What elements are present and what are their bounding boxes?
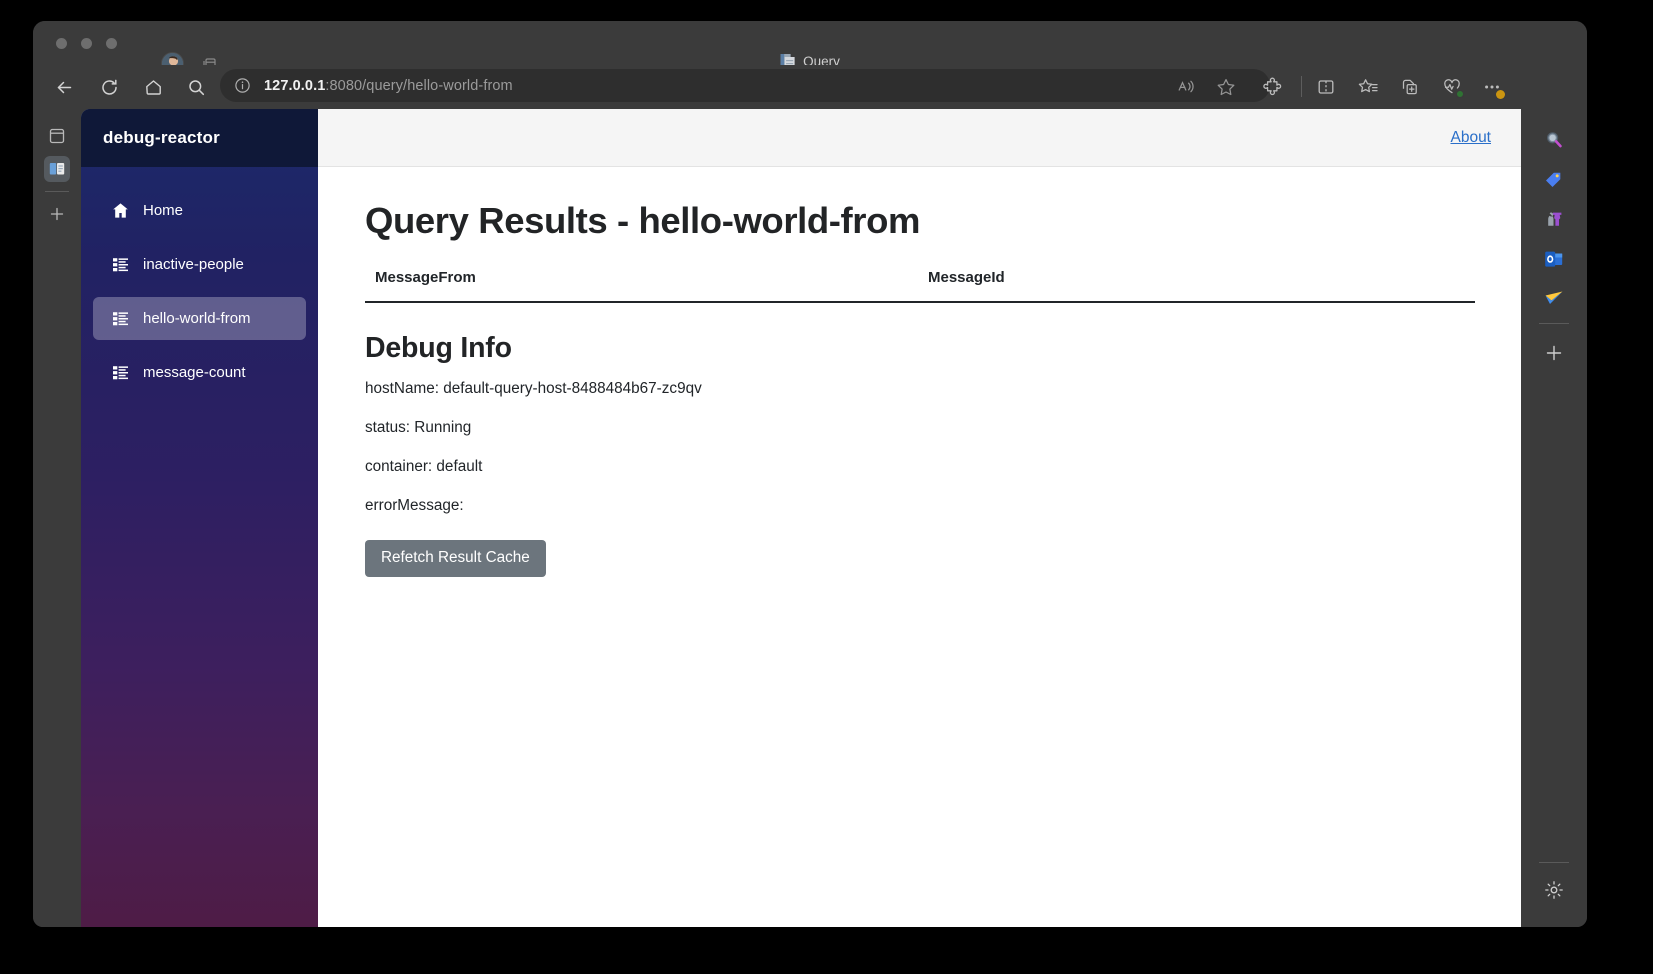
address-bar[interactable]: 127.0.0.1:8080/query/hello-world-from xyxy=(220,69,1270,102)
sidebar-item-label: Home xyxy=(143,202,184,219)
strip-divider xyxy=(45,191,69,192)
reload-icon[interactable] xyxy=(96,74,122,100)
collections-star-icon[interactable] xyxy=(1355,74,1381,100)
main-content: About Query Results - hello-world-from M… xyxy=(318,109,1521,927)
sidebar-item-home[interactable]: Home xyxy=(93,189,306,232)
sidebar-item-label: inactive-people xyxy=(143,256,244,273)
search-bing-icon[interactable] xyxy=(1541,127,1567,153)
content-topbar: About xyxy=(318,109,1521,167)
outlook-icon[interactable] xyxy=(1541,246,1567,272)
debug-field-status: status: Running xyxy=(365,419,472,436)
about-link[interactable]: About xyxy=(1450,129,1491,147)
sidebar-item-hello-world-from[interactable]: hello-world-from xyxy=(93,297,306,340)
page-viewport: debug-reactor Home inactive-people hello… xyxy=(81,109,1521,927)
column-header-message-from: MessageFrom xyxy=(365,269,920,303)
url-text: 127.0.0.1:8080/query/hello-world-from xyxy=(264,78,513,94)
more-ellipsis-icon[interactable] xyxy=(1479,74,1505,100)
url-host: 127.0.0.1 xyxy=(264,77,326,94)
page-title: Query Results - hello-world-from xyxy=(365,200,921,241)
debug-field-hostname: hostName: default-query-host-8488484b67-… xyxy=(365,380,702,397)
list-icon xyxy=(111,363,130,382)
sidebar-item-message-count[interactable]: message-count xyxy=(93,351,306,394)
browser-toolbar: 127.0.0.1:8080/query/hello-world-from xyxy=(33,65,1587,109)
sidebar-divider-bottom xyxy=(1539,862,1569,863)
list-icon xyxy=(111,309,130,328)
info-icon[interactable] xyxy=(234,77,251,94)
shopping-tag-icon[interactable] xyxy=(1541,167,1567,193)
url-path: :8080/query/hello-world-from xyxy=(325,77,513,94)
browser-essentials-heart-icon[interactable] xyxy=(1439,74,1465,100)
results-table-head: MessageFrom MessageId xyxy=(365,269,1475,303)
browser-sidebar xyxy=(1521,65,1587,927)
workspaces-icon[interactable] xyxy=(44,123,70,149)
update-badge xyxy=(1496,90,1505,99)
table-header-row: MessageFrom MessageId xyxy=(365,269,1475,303)
games-icon[interactable] xyxy=(1541,206,1567,232)
split-screen-icon[interactable] xyxy=(1313,74,1339,100)
sidebar-divider xyxy=(1539,323,1569,324)
browser-window: Query 127.0.0.1:8080/query/hello-world-f… xyxy=(33,21,1587,927)
column-header-message-id: MessageId xyxy=(920,269,1475,303)
add-page-icon[interactable] xyxy=(1397,74,1423,100)
home-icon[interactable] xyxy=(140,74,166,100)
plus-icon[interactable] xyxy=(44,201,70,227)
debug-field-container: container: default xyxy=(365,458,483,475)
window-controls[interactable] xyxy=(56,38,117,49)
minimize-window-button[interactable] xyxy=(81,38,92,49)
debug-info-title: Debug Info xyxy=(365,332,512,364)
extensions-puzzle-icon[interactable] xyxy=(1260,74,1286,100)
sidebar-nav-list: Home inactive-people hello-world-from me… xyxy=(81,167,318,394)
settings-gear-icon[interactable] xyxy=(1541,877,1567,903)
page-body: Query Results - hello-world-from Message… xyxy=(318,167,1521,577)
list-icon xyxy=(111,255,130,274)
debug-field-error-message: errorMessage: xyxy=(365,497,464,514)
toolbar-divider xyxy=(1301,76,1302,97)
browser-left-strip xyxy=(33,109,81,927)
sidebar-item-inactive-people[interactable]: inactive-people xyxy=(93,243,306,286)
maximize-window-button[interactable] xyxy=(106,38,117,49)
refetch-result-cache-button[interactable]: Refetch Result Cache xyxy=(365,540,546,577)
app-brand: debug-reactor xyxy=(81,109,318,167)
close-window-button[interactable] xyxy=(56,38,67,49)
back-arrow-icon[interactable] xyxy=(51,74,77,100)
results-table: MessageFrom MessageId xyxy=(365,269,1475,303)
sidebar-item-label: hello-world-from xyxy=(143,310,251,327)
home-icon xyxy=(111,201,130,220)
read-aloud-icon[interactable] xyxy=(1173,74,1199,100)
split-tabs-icon[interactable] xyxy=(44,156,70,182)
app-sidebar: debug-reactor Home inactive-people hello… xyxy=(81,109,318,927)
browser-title-bar: Query xyxy=(33,21,1587,75)
star-icon[interactable] xyxy=(1213,74,1239,100)
sidebar-item-label: message-count xyxy=(143,364,246,381)
status-badge xyxy=(1456,90,1464,98)
send-plane-icon[interactable] xyxy=(1541,285,1567,311)
search-icon[interactable] xyxy=(183,74,209,100)
plus-icon[interactable] xyxy=(1541,340,1567,366)
screen: Query 127.0.0.1:8080/query/hello-world-f… xyxy=(0,0,1653,974)
